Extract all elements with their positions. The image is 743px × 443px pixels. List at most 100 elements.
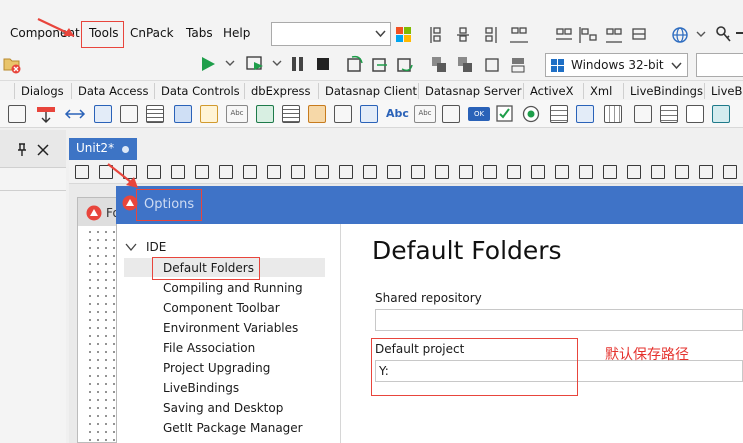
shrink-height-icon[interactable] [435, 165, 449, 179]
toolbar-combo[interactable] [271, 22, 391, 46]
abc-button-icon[interactable]: Abc [414, 105, 436, 123]
ok-button-icon[interactable]: OK [468, 107, 490, 121]
globe-icon[interactable] [672, 27, 688, 43]
stop-icon[interactable] [317, 58, 329, 70]
tree-item-compiling[interactable]: Compiling and Running [163, 281, 303, 295]
panel2-icon[interactable] [686, 105, 704, 123]
palette-tab-dbexpress[interactable]: dbExpress [244, 83, 311, 99]
palette-tab-datasnap-client[interactable]: Datasnap Client [318, 83, 417, 99]
tree-root-ide[interactable]: IDE [146, 240, 166, 254]
size-icons[interactable] [555, 26, 660, 44]
platform-select[interactable]: Windows 32-bit [545, 53, 688, 77]
chevron-down-icon[interactable] [696, 31, 706, 39]
tree-item-getit[interactable]: GetIt Package Manager [163, 421, 303, 435]
menu-tabs[interactable]: Tabs [186, 26, 213, 40]
palette-tab-datasnap-server[interactable]: Datasnap Server [418, 83, 521, 99]
tab-order-icon[interactable] [531, 165, 545, 179]
combobox-icon[interactable] [360, 105, 378, 123]
key-icon[interactable] [716, 26, 732, 44]
radiobutton-icon[interactable] [522, 105, 540, 123]
listbox-icon[interactable] [282, 105, 300, 123]
pin-icon[interactable] [16, 143, 28, 157]
align-bottom-icon[interactable] [195, 165, 209, 179]
scrollbar-icon[interactable] [604, 105, 622, 123]
arrow-icon[interactable] [64, 105, 86, 123]
minus-icon[interactable] [736, 32, 743, 34]
abc-edit-icon[interactable]: Abc [226, 105, 248, 123]
palette-tab-data-access[interactable]: Data Access [71, 83, 148, 99]
actionlist-icon[interactable] [712, 105, 730, 123]
grid-icon[interactable] [256, 105, 274, 123]
align-icons[interactable] [430, 26, 540, 44]
copy-control-icon[interactable] [675, 165, 689, 179]
send-to-back-icon[interactable] [507, 165, 521, 179]
image-icon[interactable] [308, 105, 326, 123]
equal-height-icon[interactable] [339, 165, 353, 179]
bring-to-front-icon[interactable] [483, 165, 497, 179]
select-all-icon[interactable] [627, 165, 641, 179]
toolbar-search-box[interactable] [696, 53, 743, 77]
memo-icon[interactable] [146, 105, 164, 123]
chevron-down-icon[interactable] [125, 243, 137, 252]
scale-icon[interactable] [603, 165, 617, 179]
paste-control-icon[interactable] [699, 165, 713, 179]
groupbox-icon[interactable] [634, 105, 652, 123]
chevron-down-icon[interactable] [225, 60, 235, 68]
close-icon[interactable] [37, 144, 49, 156]
lock-controls-icon[interactable] [579, 165, 593, 179]
panel-icon[interactable] [334, 105, 352, 123]
abc-label-icon[interactable]: Abc [386, 105, 409, 123]
palette-tab-dialogs[interactable]: Dialogs [14, 83, 64, 99]
creation-order-icon[interactable] [555, 165, 569, 179]
chevron-down-icon[interactable] [272, 60, 282, 68]
size-to-grid-icon[interactable] [459, 165, 473, 179]
label-icon[interactable] [120, 105, 138, 123]
tab-unit2[interactable]: Unit2* [69, 138, 137, 160]
equal-width-icon[interactable] [315, 165, 329, 179]
grow-height-icon[interactable] [387, 165, 401, 179]
run-icon[interactable] [200, 56, 216, 72]
palette-tab-xml[interactable]: Xml [583, 83, 612, 99]
menu-cnpack[interactable]: CnPack [130, 26, 174, 40]
tree-item-saving-desktop[interactable]: Saving and Desktop [163, 401, 283, 415]
frame-icon[interactable] [442, 105, 460, 123]
note-icon[interactable] [200, 105, 218, 123]
space-horizontal-icon[interactable] [219, 165, 233, 179]
tree-item-component-toolbar[interactable]: Component Toolbar [163, 301, 280, 315]
palette-tab-livebi[interactable]: LiveBi [704, 83, 743, 99]
palette-tab-data-controls[interactable]: Data Controls [154, 83, 240, 99]
cut-control-icon[interactable] [651, 165, 665, 179]
palette-tab-activex[interactable]: ActiveX [523, 83, 573, 99]
space-vertical-icon[interactable] [243, 165, 257, 179]
listview-icon[interactable] [550, 105, 568, 123]
modified-dot-icon [122, 146, 129, 153]
align-top-icon[interactable] [147, 165, 161, 179]
edit-icon[interactable] [174, 105, 192, 123]
grow-width-icon[interactable] [363, 165, 377, 179]
arrange-icons[interactable] [430, 55, 530, 75]
palette-tab-livebindings[interactable]: LiveBindings [623, 83, 703, 99]
center-vertical-icon[interactable] [291, 165, 305, 179]
dropdown-icon[interactable] [576, 105, 594, 123]
center-horizontal-icon[interactable] [267, 165, 281, 179]
popupmenu-icon[interactable] [94, 105, 112, 123]
tree-item-livebindings[interactable]: LiveBindings [163, 381, 239, 395]
run-without-debug-icon[interactable] [246, 55, 266, 73]
mainmenu-icon[interactable] [36, 104, 56, 124]
pointer-icon[interactable] [8, 105, 26, 123]
view-as-text-icon[interactable] [723, 165, 737, 179]
checkbox-icon[interactable] [496, 105, 514, 123]
radiogroup-icon[interactable] [660, 105, 678, 123]
align-left-icon[interactable] [75, 165, 89, 179]
tree-item-file-association[interactable]: File Association [163, 341, 255, 355]
shared-repository-field[interactable] [375, 309, 743, 331]
tree-item-project-upgrading[interactable]: Project Upgrading [163, 361, 270, 375]
windows-logo-icon[interactable] [396, 27, 411, 42]
folder-close-icon[interactable] [3, 55, 21, 75]
shrink-width-icon[interactable] [411, 165, 425, 179]
menu-help[interactable]: Help [223, 26, 250, 40]
align-middle-icon[interactable] [171, 165, 185, 179]
step-icons[interactable] [346, 55, 416, 75]
pause-icon[interactable] [292, 57, 296, 71]
tree-item-environment-variables[interactable]: Environment Variables [163, 321, 298, 335]
